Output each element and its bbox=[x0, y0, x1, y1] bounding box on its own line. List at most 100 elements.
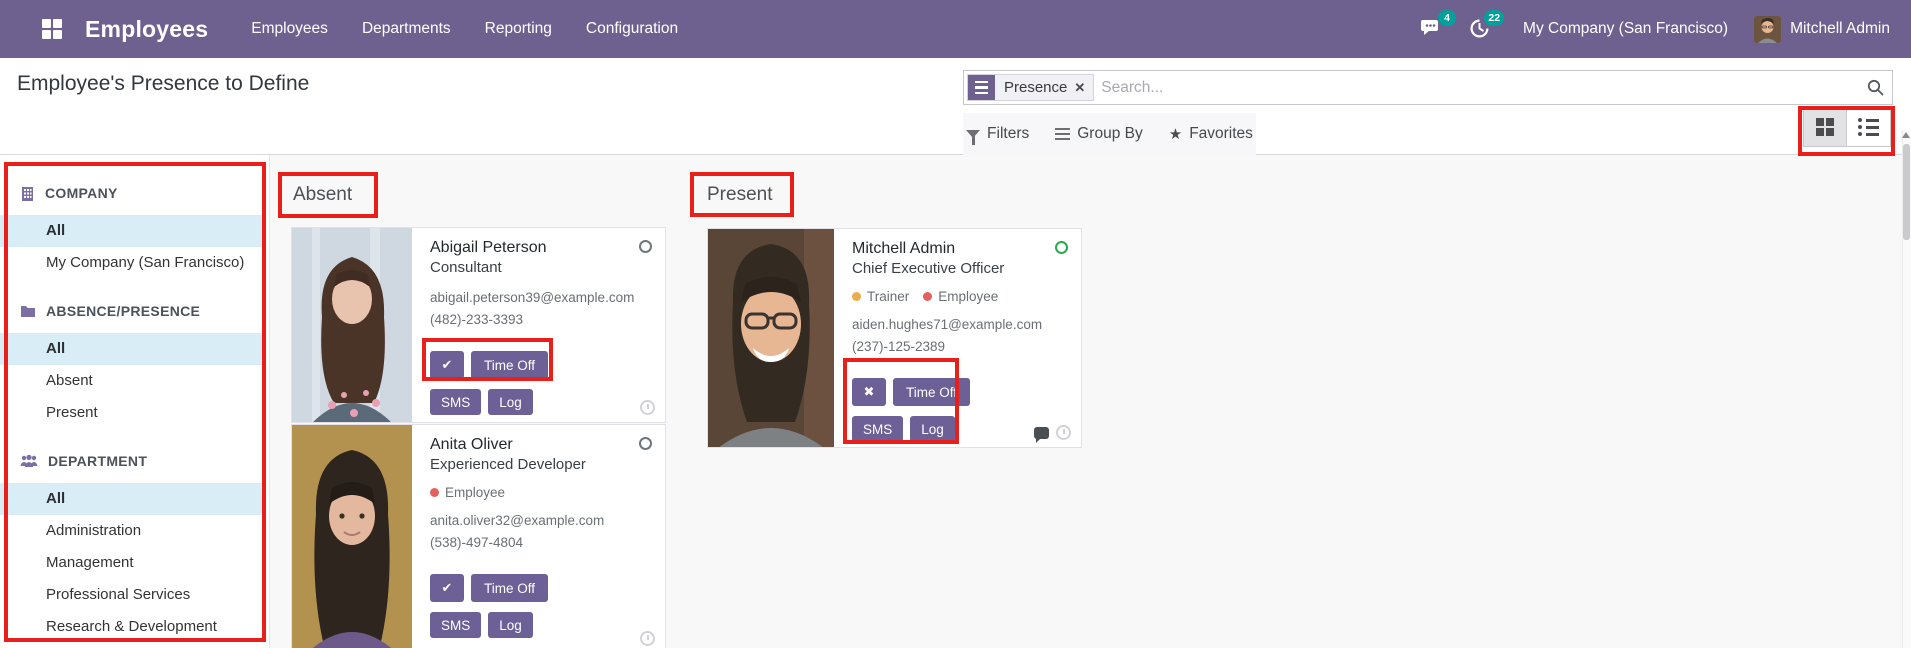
sms-button[interactable]: SMS bbox=[430, 389, 482, 415]
filter-funnel-icon bbox=[966, 130, 981, 145]
filters-label: Filters bbox=[987, 125, 1030, 142]
section-label: DEPARTMENT bbox=[48, 453, 148, 469]
menu-employees[interactable]: Employees bbox=[234, 1, 345, 57]
company-switcher[interactable]: My Company (San Francisco) bbox=[1523, 20, 1728, 38]
sidebar-section-department: DEPARTMENT All Administration Management… bbox=[0, 453, 269, 643]
user-menu[interactable]: Mitchell Admin bbox=[1790, 20, 1890, 38]
search-bar: Presence ✕ bbox=[963, 70, 1893, 105]
tag-trainer[interactable]: Trainer bbox=[852, 289, 909, 304]
sidebar-item-management[interactable]: Management bbox=[0, 547, 262, 579]
time-off-button[interactable]: Time Off bbox=[471, 351, 549, 379]
search-icon[interactable] bbox=[1858, 71, 1892, 104]
mark-present-button[interactable]: ✔ bbox=[430, 351, 464, 379]
presence-status-icon-absent bbox=[639, 240, 652, 253]
favorites-label: Favorites bbox=[1189, 125, 1253, 142]
sms-button[interactable]: SMS bbox=[852, 416, 904, 442]
search-facet-presence[interactable]: Presence ✕ bbox=[967, 74, 1095, 101]
user-avatar[interactable] bbox=[1754, 15, 1782, 43]
employee-card-abigail-peterson[interactable]: Abigail Peterson Consultant abigail.pete… bbox=[291, 227, 666, 423]
kanban-view-button[interactable] bbox=[1803, 107, 1847, 147]
employee-job-title: Consultant bbox=[430, 259, 502, 276]
sidebar-section-absence-presence: ABSENCE/PRESENCE All Absent Present bbox=[0, 303, 269, 429]
employee-job-title: Chief Executive Officer bbox=[852, 260, 1005, 277]
presence-status-icon-present bbox=[1055, 241, 1068, 254]
cross-icon: ✖ bbox=[863, 384, 875, 399]
sidebar-item-company-all[interactable]: All bbox=[0, 215, 262, 247]
section-header-absence-presence: ABSENCE/PRESENCE bbox=[20, 303, 269, 319]
activities-badge: 22 bbox=[1484, 10, 1505, 26]
employee-phone[interactable]: (538)-497-4804 bbox=[430, 533, 653, 552]
contact-button-row: SMS Log bbox=[430, 612, 653, 638]
page-title: Employee's Presence to Define bbox=[17, 72, 310, 95]
column-header-absent[interactable]: Absent bbox=[293, 184, 352, 206]
sms-button[interactable]: SMS bbox=[430, 612, 482, 638]
employee-email[interactable]: abigail.peterson39@example.com bbox=[430, 288, 653, 307]
activity-clock-icon[interactable] bbox=[640, 400, 655, 415]
apps-menu-icon[interactable] bbox=[42, 19, 62, 39]
sidebar-item-my-company[interactable]: My Company (San Francisco) bbox=[0, 247, 262, 279]
section-header-company: COMPANY bbox=[20, 185, 269, 201]
message-bubble-icon[interactable] bbox=[1034, 426, 1049, 443]
sidebar-item-research-development[interactable]: Research & Development bbox=[0, 611, 262, 643]
menu-configuration[interactable]: Configuration bbox=[569, 1, 695, 57]
activity-clock-icon[interactable] bbox=[640, 631, 655, 646]
activities-icon[interactable]: 22 bbox=[1469, 10, 1505, 40]
employee-name[interactable]: Mitchell Admin bbox=[852, 239, 1069, 259]
activity-clock-icon[interactable] bbox=[1056, 425, 1071, 440]
scrollbar-thumb[interactable] bbox=[1903, 144, 1910, 240]
presence-button-row: ✔ Time Off bbox=[430, 351, 653, 379]
employee-name[interactable]: Anita Oliver bbox=[430, 435, 653, 455]
time-off-button[interactable]: Time Off bbox=[893, 378, 971, 406]
navbar-menu: Employees Departments Reporting Configur… bbox=[234, 1, 695, 57]
sidebar-item-presence-all[interactable]: All bbox=[0, 333, 262, 365]
log-button[interactable]: Log bbox=[488, 612, 533, 638]
card-footer-icons bbox=[640, 400, 655, 415]
tag-dot-icon bbox=[852, 291, 861, 301]
odoo-employees-screen: Employees Employees Departments Reportin… bbox=[0, 0, 1911, 648]
search-input[interactable] bbox=[1094, 71, 1858, 104]
employee-card-mitchell-admin[interactable]: Mitchell Admin Chief Executive Officer T… bbox=[707, 228, 1082, 448]
presence-button-row: ✖ Time Off bbox=[852, 378, 1069, 406]
presence-status-icon-absent bbox=[639, 437, 652, 450]
employee-phone[interactable]: (482)-233-3393 bbox=[430, 310, 653, 329]
log-button[interactable]: Log bbox=[910, 416, 955, 442]
sidebar-item-professional-services[interactable]: Professional Services bbox=[0, 579, 262, 611]
list-view-button[interactable] bbox=[1847, 107, 1891, 147]
tag-employee[interactable]: Employee bbox=[923, 289, 998, 304]
sidebar-item-absent[interactable]: Absent bbox=[0, 365, 262, 397]
employee-email[interactable]: aiden.hughes71@example.com bbox=[852, 315, 1069, 334]
sidebar-item-administration[interactable]: Administration bbox=[0, 515, 262, 547]
group-by-button[interactable]: Group By bbox=[1055, 125, 1143, 143]
employee-email[interactable]: anita.oliver32@example.com bbox=[430, 511, 653, 530]
folder-icon bbox=[21, 306, 35, 317]
mark-absent-button[interactable]: ✖ bbox=[852, 378, 886, 406]
mark-present-button[interactable]: ✔ bbox=[430, 574, 464, 602]
messages-icon[interactable]: 4 bbox=[1421, 10, 1457, 40]
section-header-department: DEPARTMENT bbox=[20, 453, 269, 469]
favorites-button[interactable]: ★ Favorites bbox=[1169, 125, 1253, 143]
column-header-present[interactable]: Present bbox=[707, 184, 772, 206]
employee-name[interactable]: Abigail Peterson bbox=[430, 238, 653, 258]
tag-label: Trainer bbox=[867, 288, 910, 304]
time-off-button[interactable]: Time Off bbox=[471, 574, 549, 602]
group-by-icon bbox=[1055, 125, 1071, 143]
menu-departments[interactable]: Departments bbox=[345, 1, 468, 57]
contact-button-row: SMS Log bbox=[430, 389, 653, 415]
users-icon bbox=[20, 454, 38, 467]
log-button[interactable]: Log bbox=[488, 389, 533, 415]
check-icon: ✔ bbox=[441, 357, 453, 372]
employee-card-anita-oliver[interactable]: Anita Oliver Experienced Developer Emplo… bbox=[291, 424, 666, 648]
card-footer-icons bbox=[1034, 425, 1071, 443]
sidebar-item-department-all[interactable]: All bbox=[0, 483, 262, 515]
scroll-up-arrow[interactable] bbox=[1902, 132, 1910, 138]
tag-label: Employee bbox=[445, 484, 506, 500]
employee-phone[interactable]: (237)-125-2389 bbox=[852, 337, 1069, 356]
kanban-view-icon bbox=[1816, 118, 1834, 136]
tag-employee[interactable]: Employee bbox=[430, 485, 505, 500]
menu-reporting[interactable]: Reporting bbox=[468, 1, 569, 57]
facet-remove-icon[interactable]: ✕ bbox=[1074, 80, 1093, 96]
filters-button[interactable]: Filters bbox=[966, 125, 1030, 145]
sidebar-item-present[interactable]: Present bbox=[0, 397, 262, 429]
app-brand[interactable]: Employees bbox=[85, 16, 208, 43]
navbar-left: Employees Employees Departments Reportin… bbox=[0, 1, 695, 57]
